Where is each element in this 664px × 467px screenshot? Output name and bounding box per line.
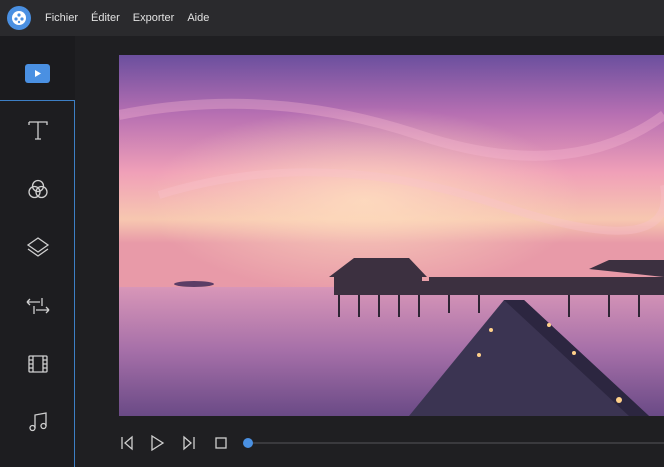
menu-help[interactable]: Aide — [187, 12, 209, 24]
sidebar-media-section — [0, 36, 75, 100]
menu-bar: Fichier Éditer Exporter Aide — [0, 0, 664, 36]
playback-controls — [118, 430, 664, 456]
menu-export[interactable]: Exporter — [133, 12, 175, 24]
left-sidebar — [0, 36, 75, 467]
next-frame-icon[interactable] — [180, 434, 198, 452]
overlays-icon[interactable] — [24, 233, 52, 261]
preview-image — [119, 55, 664, 416]
previous-frame-icon[interactable] — [118, 434, 136, 452]
menu-file[interactable]: Fichier — [45, 12, 78, 24]
menu-items: Fichier Éditer Exporter Aide — [45, 0, 209, 36]
video-media-icon[interactable] — [25, 64, 50, 83]
music-icon[interactable] — [24, 408, 52, 436]
progress-track[interactable] — [248, 442, 664, 444]
transitions-icon[interactable] — [24, 292, 52, 320]
play-icon[interactable] — [148, 434, 166, 452]
stop-icon[interactable] — [212, 434, 230, 452]
progress-thumb[interactable] — [243, 438, 253, 448]
video-preview — [119, 55, 664, 416]
filters-icon[interactable] — [24, 175, 52, 203]
sidebar-tools — [0, 100, 75, 467]
app-logo-icon[interactable] — [7, 6, 31, 30]
preview-panel — [75, 36, 664, 466]
menu-edit[interactable]: Éditer — [91, 12, 120, 24]
film-elements-icon[interactable] — [24, 350, 52, 378]
text-icon[interactable] — [24, 116, 52, 144]
